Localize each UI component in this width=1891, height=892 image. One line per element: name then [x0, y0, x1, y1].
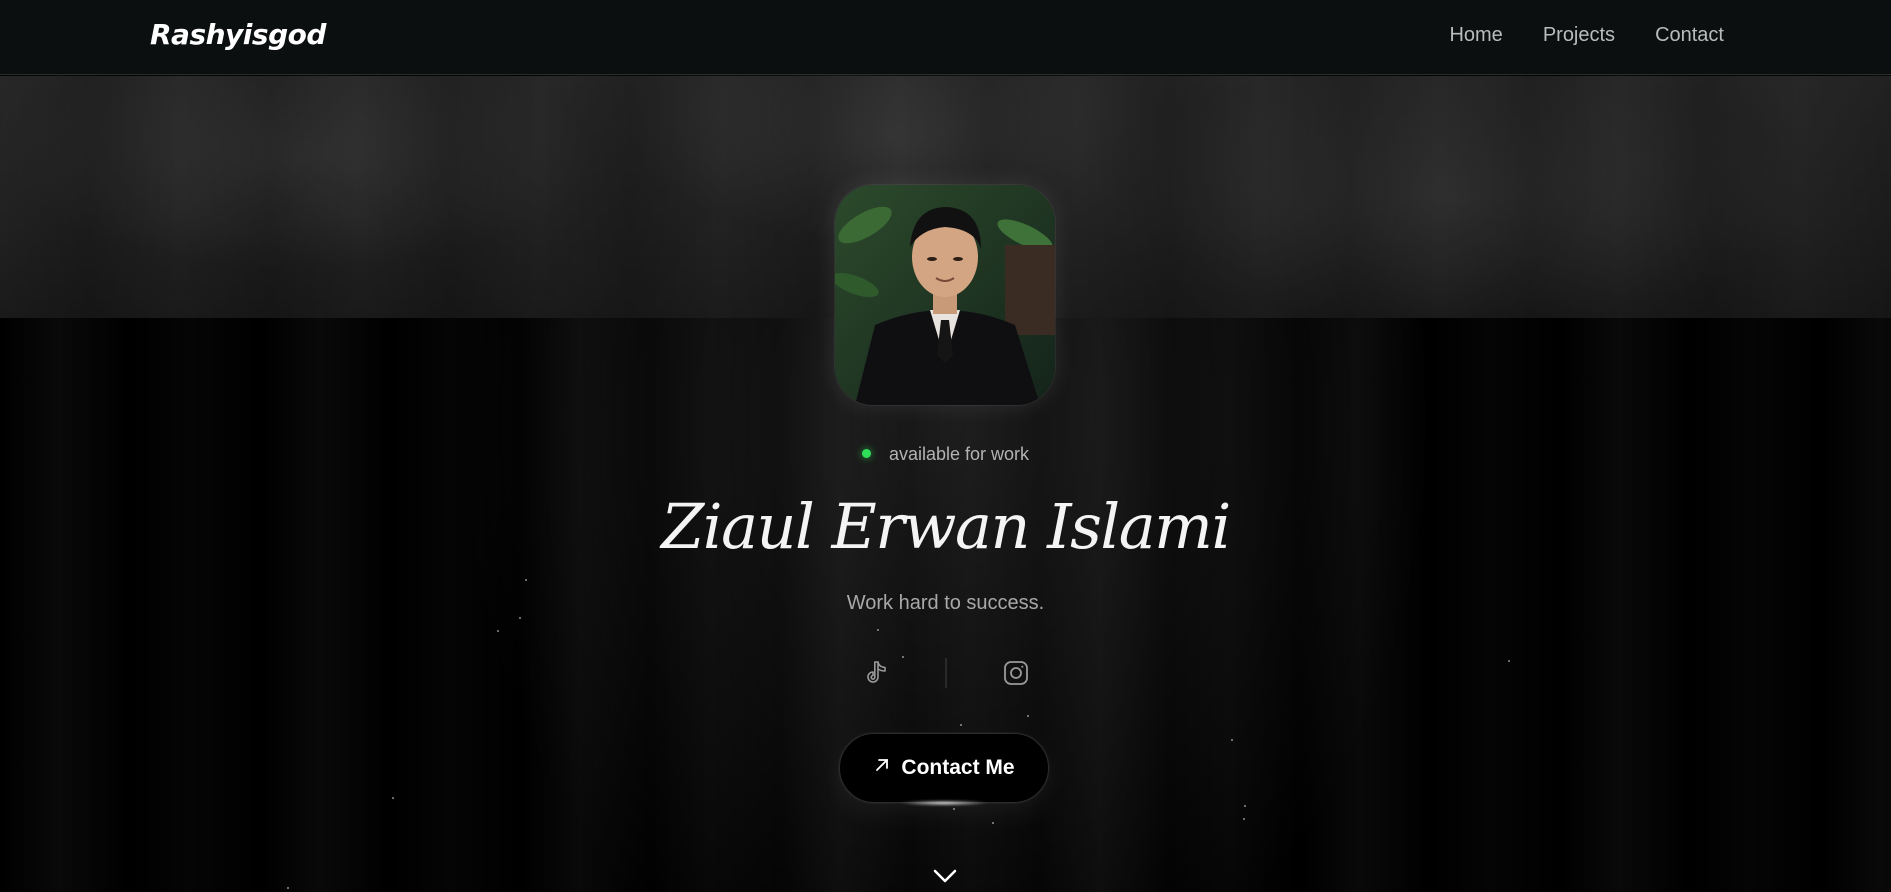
nav-link-home[interactable]: Home	[1449, 24, 1502, 47]
star	[1027, 715, 1029, 717]
profile-photo	[835, 185, 1055, 405]
nav-link-contact[interactable]: Contact	[1655, 24, 1724, 47]
star	[1231, 739, 1233, 741]
star	[877, 629, 879, 631]
star	[953, 808, 955, 810]
star	[287, 887, 289, 889]
availability-status: available for work	[0, 444, 1891, 465]
hero-name: Ziaul Erwan Islami	[661, 490, 1231, 563]
arrow-up-right-icon	[873, 756, 891, 780]
nav-menu: Home Projects Contact	[1449, 24, 1724, 47]
brand-logo[interactable]: Rashyisgod	[150, 18, 326, 51]
social-links	[0, 656, 1891, 690]
star	[525, 579, 527, 581]
star	[960, 724, 962, 726]
social-divider	[944, 658, 947, 688]
nav-link-projects[interactable]: Projects	[1543, 24, 1615, 47]
hero-tagline: Work hard to success.	[846, 592, 1045, 614]
status-dot-icon	[861, 448, 871, 458]
chevron-down-icon[interactable]	[931, 866, 959, 886]
page: Rashyisgod Home Projects Contact availab…	[0, 0, 1891, 892]
star	[519, 617, 521, 619]
status-text: available for work	[888, 444, 1030, 464]
star	[1243, 818, 1245, 820]
contact-me-label: Contact Me	[901, 756, 1015, 779]
star	[992, 822, 994, 824]
star	[1244, 805, 1246, 807]
star	[497, 630, 499, 632]
star	[392, 797, 394, 799]
tiktok-icon[interactable]	[859, 656, 893, 690]
navbar: Rashyisgod Home Projects Contact	[0, 0, 1891, 75]
contact-me-button[interactable]: Contact Me	[839, 733, 1049, 803]
cta-glow	[899, 800, 989, 806]
instagram-icon[interactable]	[999, 656, 1033, 690]
